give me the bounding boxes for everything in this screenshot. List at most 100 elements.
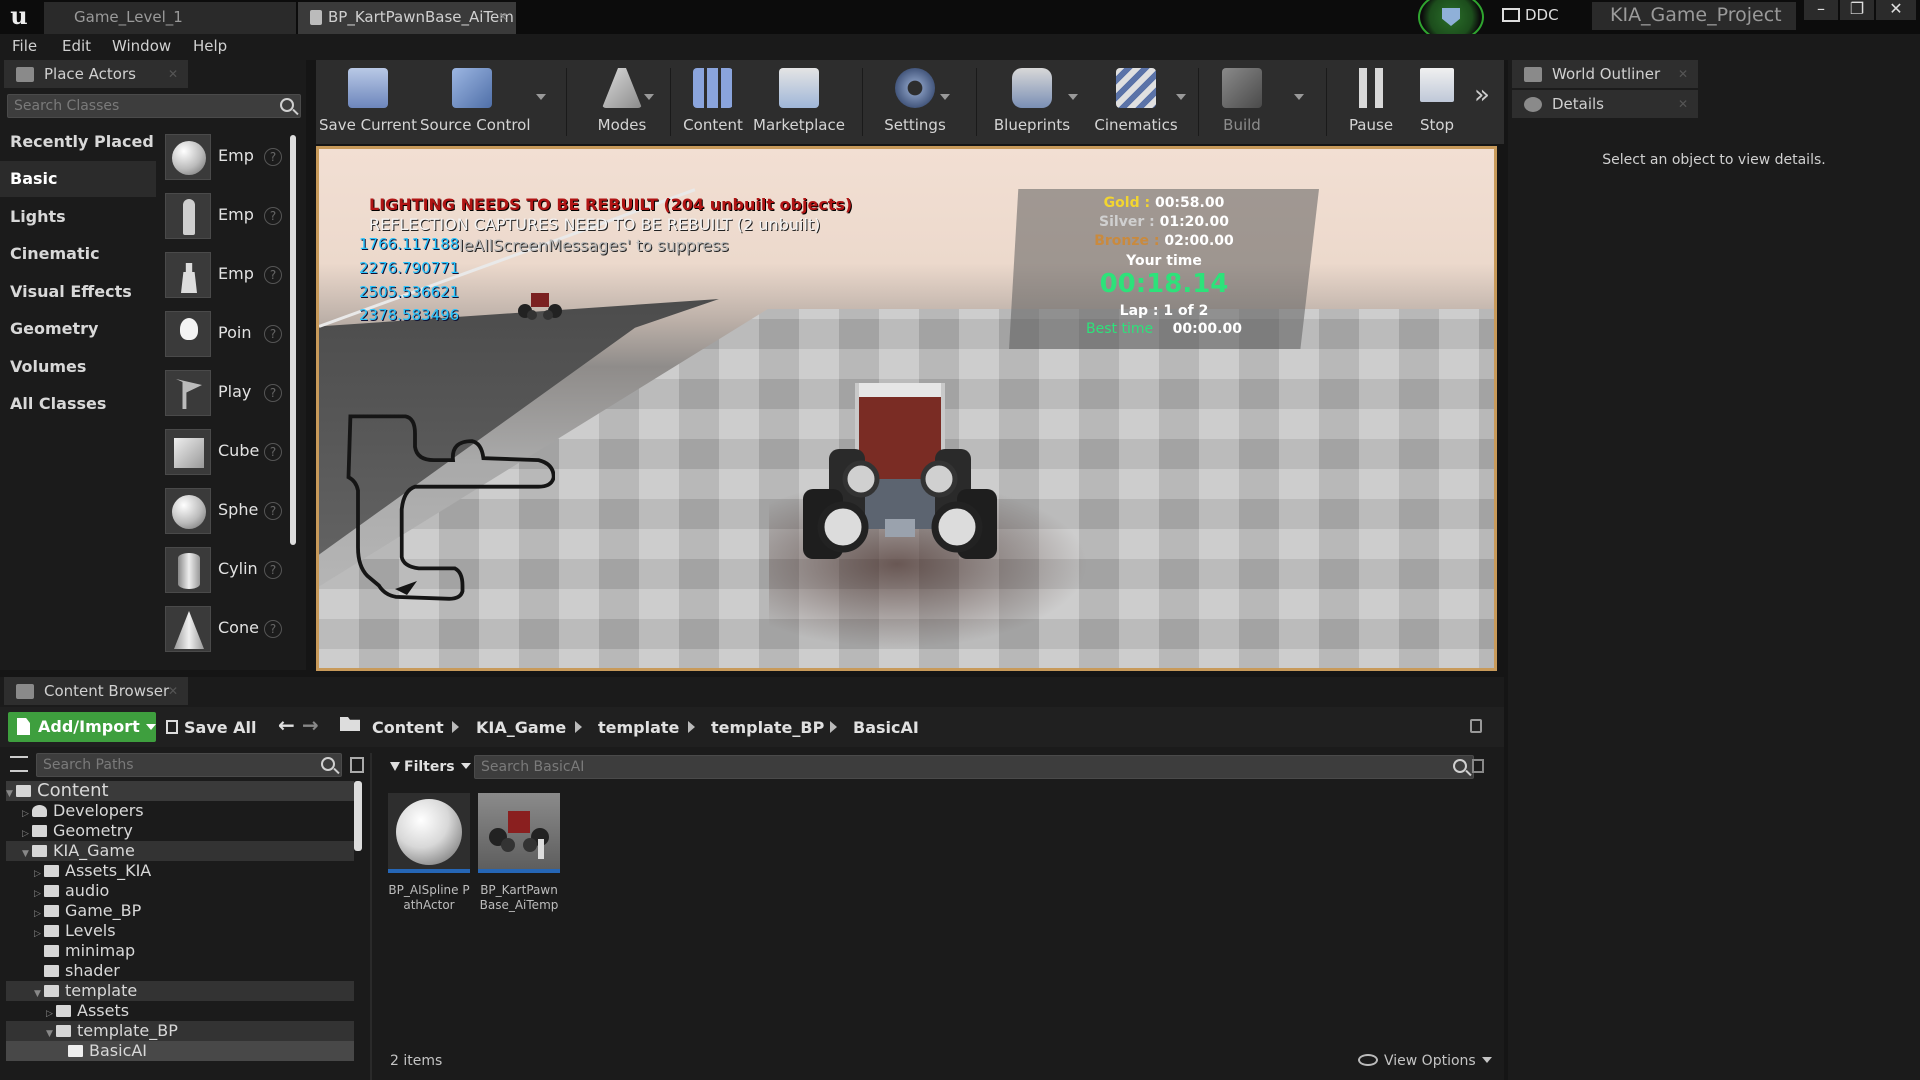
breadcrumb-arrow-icon[interactable] bbox=[830, 721, 837, 733]
cinematics-button[interactable]: Cinematics bbox=[1088, 60, 1184, 144]
maximize-button[interactable]: ❐ bbox=[1840, 0, 1874, 20]
search-paths-input[interactable]: Search Paths bbox=[36, 753, 342, 777]
tree-item-kia-game[interactable]: ▼ KIA_Game bbox=[6, 841, 354, 861]
search-classes-input[interactable]: Search Classes bbox=[7, 94, 301, 118]
tree-item-template-bp[interactable]: ▼ template_BP bbox=[6, 1021, 354, 1041]
breadcrumb-template-bp[interactable]: template_BP bbox=[711, 718, 824, 737]
actor-item-cone[interactable]: Cone ? bbox=[160, 602, 288, 658]
source-control-button[interactable]: Source Control bbox=[420, 60, 531, 144]
actor-item-point-light[interactable]: Poin ? bbox=[160, 307, 288, 363]
tree-item-assets-kia[interactable]: ▷ Assets_KIA bbox=[6, 861, 354, 881]
splitter[interactable] bbox=[370, 753, 372, 1080]
breadcrumb-arrow-icon[interactable] bbox=[575, 721, 582, 733]
filters-button[interactable]: Filters bbox=[390, 759, 471, 775]
help-icon[interactable]: ? bbox=[264, 325, 282, 343]
breadcrumb-basicai[interactable]: BasicAI bbox=[853, 718, 919, 737]
tree-item-geometry[interactable]: ▷ Geometry bbox=[6, 821, 354, 841]
breadcrumb-arrow-icon[interactable] bbox=[452, 721, 459, 733]
breadcrumb-content[interactable]: Content bbox=[372, 718, 444, 737]
modes-button[interactable]: Modes bbox=[574, 60, 670, 144]
category-basic[interactable]: Basic bbox=[0, 161, 156, 197]
tree-item-shader[interactable]: shader bbox=[6, 961, 354, 981]
add-import-button[interactable]: Add/Import bbox=[8, 712, 156, 742]
actor-item-empty-pawn[interactable]: Emp ? bbox=[160, 248, 288, 304]
tree-item-content[interactable]: ▼ Content bbox=[6, 781, 354, 801]
menu-window[interactable]: Window bbox=[112, 37, 171, 55]
details-tab[interactable]: Details ✕ bbox=[1512, 90, 1698, 118]
minimize-button[interactable]: – bbox=[1804, 0, 1838, 20]
forward-arrow-icon[interactable]: → bbox=[302, 713, 319, 737]
tree-item-game-bp[interactable]: ▷ Game_BP bbox=[6, 901, 354, 921]
menu-edit[interactable]: Edit bbox=[62, 37, 91, 55]
pause-button[interactable]: Pause bbox=[1334, 60, 1408, 144]
close-window-button[interactable]: ✕ bbox=[1876, 0, 1916, 20]
content-button[interactable]: Content bbox=[678, 60, 748, 144]
help-icon[interactable]: ? bbox=[264, 266, 282, 284]
tree-scrollbar[interactable] bbox=[354, 781, 362, 851]
menu-help[interactable]: Help bbox=[193, 37, 227, 55]
source-control-dropdown-icon[interactable] bbox=[536, 94, 546, 100]
close-tab-icon[interactable]: ✕ bbox=[1678, 90, 1688, 118]
save-search-icon[interactable] bbox=[1472, 759, 1484, 773]
help-icon[interactable]: ? bbox=[264, 384, 282, 402]
actor-item-player-start[interactable]: Play ? bbox=[160, 366, 288, 422]
actor-item-cylinder[interactable]: Cylin ? bbox=[160, 543, 288, 599]
stop-button[interactable]: Stop bbox=[1408, 60, 1466, 144]
content-browser-tab[interactable]: Content Browser ✕ bbox=[4, 677, 188, 705]
help-icon[interactable]: ? bbox=[264, 561, 282, 579]
path-view-options-icon[interactable] bbox=[350, 757, 364, 773]
build-dropdown-icon[interactable] bbox=[1294, 94, 1304, 100]
blueprints-dropdown-icon[interactable] bbox=[1068, 94, 1078, 100]
tree-item-template[interactable]: ▼ template bbox=[6, 981, 354, 1001]
breadcrumb-kia-game[interactable]: KIA_Game bbox=[476, 718, 566, 737]
ddc-indicator[interactable]: DDC bbox=[1502, 6, 1559, 24]
category-geometry[interactable]: Geometry bbox=[0, 311, 156, 347]
asset-bp-aispline-pathactor[interactable]: BP_AISpline PathActor bbox=[388, 793, 470, 921]
tree-item-minimap[interactable]: minimap bbox=[6, 941, 354, 961]
category-lights[interactable]: Lights bbox=[0, 199, 156, 235]
save-current-button[interactable]: Save Current bbox=[316, 60, 420, 144]
level-viewport[interactable]: LIGHTING NEEDS TO BE REBUILT (204 unbuil… bbox=[316, 146, 1497, 671]
close-tab-icon[interactable]: ✕ bbox=[168, 677, 178, 705]
tree-item-developers[interactable]: ▷ Developers bbox=[6, 801, 354, 821]
save-all-button[interactable]: Save All bbox=[166, 718, 257, 737]
tree-item-basicai[interactable]: BasicAI bbox=[6, 1041, 354, 1061]
back-arrow-icon[interactable]: ← bbox=[278, 713, 295, 737]
tree-item-audio[interactable]: ▷ audio bbox=[6, 881, 354, 901]
modes-dropdown-icon[interactable] bbox=[644, 94, 654, 100]
close-tab-icon[interactable]: ✕ bbox=[168, 60, 178, 88]
settings-dropdown-icon[interactable] bbox=[940, 94, 950, 100]
search-assets-input[interactable]: Search BasicAI bbox=[474, 755, 1474, 779]
category-cinematic[interactable]: Cinematic bbox=[0, 236, 156, 272]
close-tab-icon[interactable]: ✕ bbox=[1678, 60, 1688, 88]
asset-bp-kartpawnbase-aitemp[interactable]: BP_KartPawn Base_AiTemp bbox=[478, 793, 560, 921]
tree-item-assets[interactable]: ▷ Assets bbox=[6, 1001, 354, 1021]
build-button[interactable]: Build bbox=[1206, 60, 1278, 144]
place-actors-scrollbar[interactable] bbox=[290, 135, 296, 545]
actor-item-cube[interactable]: Cube ? bbox=[160, 425, 288, 481]
category-volumes[interactable]: Volumes bbox=[0, 349, 156, 385]
close-tab-icon[interactable]: ✕ bbox=[498, 2, 508, 33]
breadcrumb-template[interactable]: template bbox=[598, 718, 679, 737]
world-outliner-tab[interactable]: World Outliner ✕ bbox=[1512, 60, 1698, 88]
settings-button[interactable]: Settings bbox=[870, 60, 960, 144]
actor-item-empty-character[interactable]: Emp ? bbox=[160, 189, 288, 245]
category-all-classes[interactable]: All Classes bbox=[0, 386, 156, 422]
view-options-button[interactable]: View Options bbox=[1358, 1053, 1492, 1069]
menu-file[interactable]: File bbox=[12, 37, 37, 55]
category-visual-effects[interactable]: Visual Effects bbox=[0, 274, 156, 310]
help-icon[interactable]: ? bbox=[264, 443, 282, 461]
blueprints-button[interactable]: Blueprints bbox=[984, 60, 1080, 144]
category-recently-placed[interactable]: Recently Placed bbox=[0, 124, 156, 160]
actor-item-sphere[interactable]: Sphe ? bbox=[160, 484, 288, 540]
collapse-sources-icon[interactable] bbox=[10, 756, 28, 772]
help-icon[interactable]: ? bbox=[264, 502, 282, 520]
help-icon[interactable]: ? bbox=[264, 207, 282, 225]
lock-icon[interactable] bbox=[1470, 719, 1482, 733]
breadcrumb-arrow-icon[interactable] bbox=[688, 721, 695, 733]
place-actors-tab[interactable]: Place Actors ✕ bbox=[4, 60, 188, 88]
unreal-logo-icon[interactable]: u bbox=[2, 0, 36, 34]
marketplace-button[interactable]: Marketplace bbox=[748, 60, 850, 144]
tab-game-level[interactable]: Game_Level_1 bbox=[44, 2, 296, 34]
help-icon[interactable]: ? bbox=[264, 148, 282, 166]
